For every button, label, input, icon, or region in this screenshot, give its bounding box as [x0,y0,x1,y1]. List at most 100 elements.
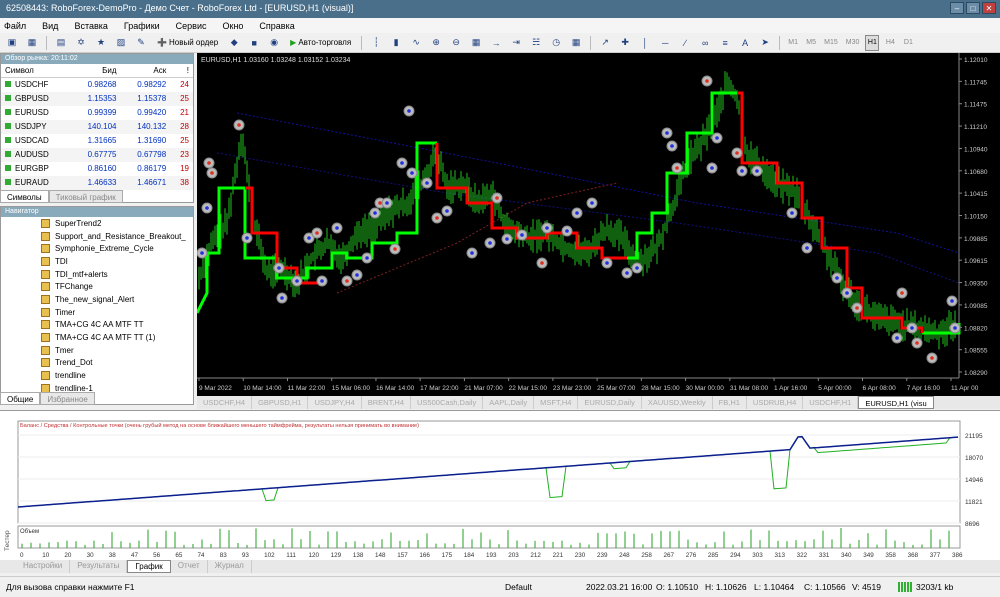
tab-graph[interactable]: График [127,560,171,573]
tf-m15-button[interactable]: M15 [822,35,840,51]
col-bid[interactable]: Бид [70,64,121,78]
candle-chart-icon[interactable]: ▮ [388,35,404,51]
price-chart[interactable]: EURUSD,H1 1.03160 1.03248 1.03152 1.0323… [195,53,1000,396]
bar-chart-icon[interactable]: ┆ [368,35,384,51]
tab-favorites[interactable]: Избранное [40,392,95,405]
chart-tab[interactable]: US500Cash,Daily [411,396,484,409]
table-row[interactable]: USDJPY 140.104 140.132 28 [1,119,193,134]
arrows-icon[interactable]: ➤ [757,35,773,51]
meta-editor-icon[interactable]: ◆ [226,35,242,51]
price-label: 1.11210 [964,124,987,131]
table-row[interactable]: GBPUSD 1.15353 1.15378 25 [1,91,193,106]
market-watch-icon[interactable]: ▤ [53,35,69,51]
tab-common[interactable]: Общие [0,392,41,405]
tile-icon[interactable]: ▦ [468,35,484,51]
chart-tab[interactable]: AAPL,Daily [483,396,535,409]
navigator-item[interactable]: Trend_Dot [1,357,193,370]
navigator-item[interactable]: Timer [1,306,193,319]
line-chart-icon[interactable]: ∿ [408,35,424,51]
new-chart-icon[interactable]: ▣ [4,35,20,51]
col-symbol[interactable]: Символ [1,64,71,78]
trendline-icon[interactable]: ∕ [677,35,693,51]
tab-results[interactable]: Результаты [70,560,128,573]
navigator-item[interactable]: The_new_signal_Alert [1,293,193,306]
channel-icon[interactable]: ∞ [697,35,713,51]
signals-icon[interactable]: ◉ [266,35,282,51]
templates-icon[interactable]: ▦ [568,35,584,51]
tab-settings[interactable]: Настройки [16,560,71,573]
table-row[interactable]: AUDUSD 0.67775 0.67798 23 [1,147,193,162]
fibo-icon[interactable]: ≡ [717,35,733,51]
tab-journal[interactable]: Журнал [208,560,252,573]
indicators-icon[interactable]: ☵ [528,35,544,51]
crosshair-icon[interactable]: ✚ [617,35,633,51]
table-row[interactable]: USDCAD 1.31665 1.31690 25 [1,134,193,148]
menu-file[interactable]: Файл [4,21,26,31]
table-row[interactable]: EURAUD 1.46633 1.46671 38 [1,175,193,190]
tf-m30-button[interactable]: M30 [844,35,862,51]
profiles-icon[interactable]: ▦ [24,35,40,51]
tf-d1-button[interactable]: D1 [901,35,915,51]
chart-tab[interactable]: EURUSD,Daily [578,396,642,409]
chart-shift-icon[interactable]: ⇥ [508,35,524,51]
table-row[interactable]: EURGBP 0.86160 0.86179 19 [1,162,193,176]
maximize-icon[interactable]: □ [966,2,980,14]
tf-m1-button[interactable]: M1 [786,35,800,51]
table-row[interactable]: USDCHF 0.98268 0.98292 24 [1,78,193,92]
col-ask[interactable]: Аск [120,64,171,78]
tab-report[interactable]: Отчет [171,560,208,573]
chart-tab[interactable]: USDCHF,H4 [197,396,253,409]
minimize-icon[interactable]: – [950,2,964,14]
close-icon[interactable]: ✕ [982,2,996,14]
chart-tab[interactable]: USDJPY,H4 [308,396,362,409]
menu-window[interactable]: Окно [223,21,244,31]
zoom-in-icon[interactable]: ⊕ [428,35,444,51]
new-order-button[interactable]: ➕ Новый ордер [153,35,222,51]
navigator-item[interactable]: TMA+CG 4C AA MTF TT [1,319,193,332]
chart-tab[interactable]: FB,H1 [713,396,747,409]
autotrading-button[interactable]: ▶ Авто-торговля [286,35,355,51]
autotrading-label: Авто-торговля [298,38,352,47]
horizontal-line-icon[interactable]: ─ [657,35,673,51]
navigator-item[interactable]: TFChange [1,280,193,293]
tab-symbols[interactable]: Символы [0,190,49,203]
zoom-out-icon[interactable]: ⊖ [448,35,464,51]
chart-tab[interactable]: XAUUSD,Weekly [642,396,713,409]
menu-view[interactable]: Вид [42,21,58,31]
chart-tab[interactable]: EURUSD,H1 (visu [858,396,934,409]
chart-tab[interactable]: BRENT,H4 [362,396,412,409]
navigator-item[interactable]: SuperTrend2 [1,217,193,230]
signal-dot-center [378,201,382,205]
navigator-item[interactable]: Symphonie_Extreme_Cycle [1,242,193,255]
table-row[interactable]: EURUSD 0.99399 0.99420 21 [1,106,193,120]
menu-insert[interactable]: Вставка [74,21,107,31]
col-spread[interactable]: ! [170,64,193,78]
menu-help[interactable]: Справка [259,21,294,31]
periods-icon[interactable]: ◷ [548,35,564,51]
tester-icon[interactable]: ✎ [133,35,149,51]
navigator-item[interactable]: TDI [1,255,193,268]
tf-h4-button[interactable]: H4 [883,35,897,51]
chart-tab[interactable]: GBPUSD,H1 [252,396,309,409]
data-window-icon[interactable]: ✡ [73,35,89,51]
cursor-icon[interactable]: ↗ [597,35,613,51]
navigator-item[interactable]: Support_and_Resistance_Breakout_ [1,230,193,243]
chart-tab[interactable]: USDCHF,H1 [803,396,859,409]
tf-h1-button[interactable]: H1 [865,34,880,51]
navigator-item[interactable]: Tmer [1,344,193,357]
market-icon[interactable]: ■ [246,35,262,51]
navigator-item[interactable]: TDI_mtf+alerts [1,268,193,281]
text-icon[interactable]: A [737,35,753,51]
menu-charts[interactable]: Графики [124,21,160,31]
tab-tick-chart[interactable]: Тиковый график [48,190,123,203]
chart-tab[interactable]: MSFT,H4 [534,396,579,409]
terminal-icon[interactable]: ▨ [113,35,129,51]
tf-m5-button[interactable]: M5 [804,35,818,51]
autoscroll-icon[interactable]: → [488,35,504,51]
navigator-icon[interactable]: ★ [93,35,109,51]
vertical-line-icon[interactable]: │ [637,35,653,51]
menu-tools[interactable]: Сервис [176,21,207,31]
navigator-item[interactable]: TMA+CG 4C AA MTF TT (1) [1,331,193,344]
chart-tab[interactable]: USDRUB,H4 [747,396,804,409]
navigator-item[interactable]: trendline [1,369,193,382]
